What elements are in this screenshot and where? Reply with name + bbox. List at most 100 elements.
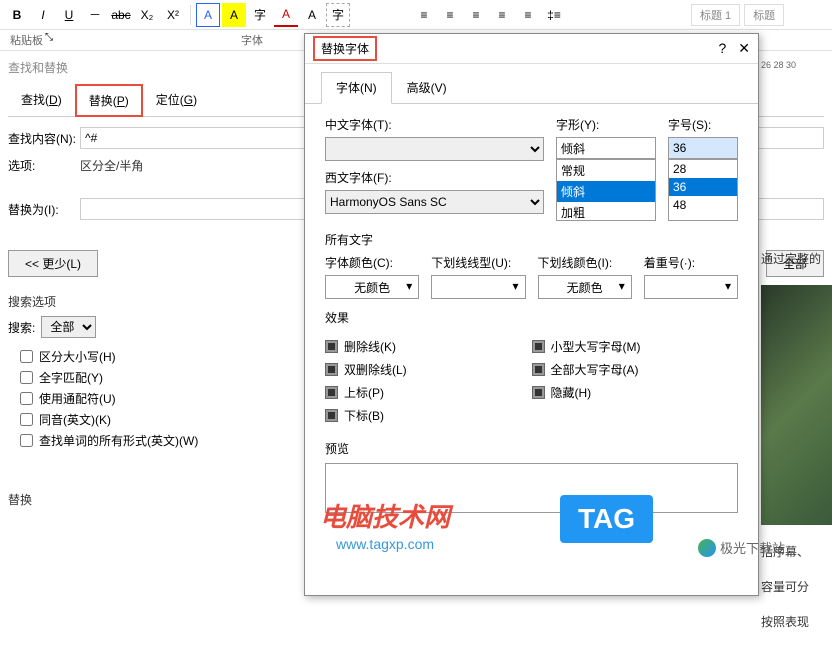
preview-label: 预览 [325, 440, 738, 457]
whole-word-label: 全字匹配(Y) [39, 369, 103, 386]
style-heading1[interactable]: 标题 1 [691, 4, 740, 26]
effects-label: 效果 [325, 309, 738, 326]
underline-button[interactable]: U [57, 3, 81, 27]
distribute-button[interactable]: ≡ [516, 3, 540, 27]
emphasis-select[interactable] [644, 275, 738, 299]
bold-button[interactable]: B [5, 3, 29, 27]
word-forms-checkbox[interactable] [20, 434, 33, 447]
highlight-button[interactable]: A [222, 3, 246, 27]
search-scope-label: 搜索: [8, 319, 35, 336]
style-heading[interactable]: 标题 [744, 4, 784, 26]
case-label: 区分大小写(H) [39, 348, 116, 365]
underline-style-select[interactable] [431, 275, 525, 299]
wildcard-label: 使用通配符(U) [39, 390, 116, 407]
superscript-button[interactable]: X² [161, 3, 185, 27]
western-font-select[interactable]: HarmonyOS Sans SC [325, 190, 544, 214]
align-left-button[interactable]: ≡ [412, 3, 436, 27]
options-label: 选项: [8, 157, 80, 174]
font-color-button[interactable]: A [274, 3, 298, 27]
style-option-italic[interactable]: 倾斜 [557, 181, 655, 202]
align-justify-button[interactable]: ≡ [490, 3, 514, 27]
smallcaps-label: 小型大写字母(M) [551, 338, 641, 355]
underline-color-label: 下划线颜色(I): [538, 254, 632, 271]
tab-replace[interactable]: 替换(P) [75, 84, 143, 117]
font-color-label: 字体颜色(C): [325, 254, 419, 271]
less-button[interactable]: << 更少(L) [8, 250, 98, 277]
clear-format-button[interactable]: A [300, 3, 324, 27]
size-option[interactable]: 28 [669, 160, 737, 178]
doc-text-line: 通过完整的 [761, 250, 828, 267]
dash-button[interactable]: － [83, 3, 107, 27]
sounds-like-checkbox[interactable] [20, 413, 33, 426]
help-button[interactable]: ? [718, 40, 726, 57]
smallcaps-checkbox[interactable] [532, 340, 545, 353]
word-forms-label: 查找单词的所有形式(英文)(W) [39, 432, 198, 449]
dblstrike-checkbox[interactable] [325, 363, 338, 376]
enclose-char-button[interactable]: 字 [326, 3, 350, 27]
italic-button[interactable]: I [31, 3, 55, 27]
font-style-label: 字形(Y): [556, 116, 656, 133]
tab-goto[interactable]: 定位(G) [143, 84, 210, 116]
case-checkbox[interactable] [20, 350, 33, 363]
underline-style-label: 下划线线型(U): [431, 254, 525, 271]
font-color-select[interactable]: 无颜色 [325, 275, 419, 299]
hidden-checkbox[interactable] [532, 386, 545, 399]
align-center-button[interactable]: ≡ [438, 3, 462, 27]
font-size-listbox[interactable]: 28 36 48 [668, 159, 738, 221]
separator [190, 5, 191, 25]
char-shading-button[interactable]: 字 [248, 3, 272, 27]
document-background: 26 28 30 通过完整的 括序幕、 容量可分 按照表现 [757, 60, 832, 652]
ruler: 26 28 30 [757, 60, 832, 78]
launcher-icon[interactable]: ⤡ [45, 32, 53, 48]
dialog-titlebar: 替换字体 ? ✕ [305, 34, 758, 64]
find-content-label: 查找内容(N): [8, 130, 80, 147]
font-size-label: 字号(S): [668, 116, 738, 133]
text-effect-button[interactable]: A [196, 3, 220, 27]
clipboard-section-label: 粘贴板 [10, 32, 43, 48]
tab-find[interactable]: 查找(D) [8, 84, 75, 116]
hidden-label: 隐藏(H) [551, 384, 592, 401]
font-dialog: 替换字体 ? ✕ 字体(N) 高级(V) 中文字体(T): 西文字体(F): H… [304, 33, 759, 596]
whole-word-checkbox[interactable] [20, 371, 33, 384]
font-section-label: 字体 [241, 32, 263, 48]
subscript-checkbox[interactable] [325, 409, 338, 422]
doc-text-line: 按照表现 [761, 613, 828, 630]
options-value: 区分全/半角 [80, 157, 143, 174]
size-option[interactable]: 48 [669, 196, 737, 214]
doc-text-line: 容量可分 [761, 578, 828, 595]
allcaps-checkbox[interactable] [532, 363, 545, 376]
ribbon-toolbar: B I U － abc X₂ X² A A 字 A A 字 ≡ ≡ ≡ ≡ ≡ … [0, 0, 832, 30]
align-right-button[interactable]: ≡ [464, 3, 488, 27]
font-dialog-tabs: 字体(N) 高级(V) [305, 64, 758, 104]
style-option-regular[interactable]: 常规 [557, 160, 655, 181]
strike-label: 删除线(K) [344, 338, 396, 355]
western-font-label: 西文字体(F): [325, 169, 544, 186]
document-image [761, 285, 832, 525]
doc-text-line: 括序幕、 [761, 543, 828, 560]
style-option-bold[interactable]: 加粗 [557, 202, 655, 221]
font-size-input[interactable] [668, 137, 738, 159]
subscript-button[interactable]: X₂ [135, 3, 159, 27]
preview-box [325, 463, 738, 513]
emphasis-label: 着重号(·): [644, 254, 738, 271]
dialog-title: 替换字体 [321, 42, 369, 56]
wildcard-checkbox[interactable] [20, 392, 33, 405]
superscript-checkbox[interactable] [325, 386, 338, 399]
dblstrike-label: 双删除线(L) [344, 361, 407, 378]
size-option[interactable]: 36 [669, 178, 737, 196]
subscript-label: 下标(B) [344, 407, 384, 424]
tab-advanced[interactable]: 高级(V) [392, 72, 462, 103]
tab-font[interactable]: 字体(N) [321, 72, 392, 104]
strike-checkbox[interactable] [325, 340, 338, 353]
replace-with-label: 替换为(I): [8, 201, 80, 218]
chinese-font-select[interactable] [325, 137, 544, 161]
font-style-listbox[interactable]: 常规 倾斜 加粗 [556, 159, 656, 221]
search-scope-select[interactable]: 全部 [41, 316, 96, 338]
allcaps-label: 全部大写字母(A) [551, 361, 639, 378]
underline-color-select[interactable]: 无颜色 [538, 275, 632, 299]
superscript-label: 上标(P) [344, 384, 384, 401]
strikethrough-button[interactable]: abc [109, 3, 133, 27]
line-spacing-button[interactable]: ‡≡ [542, 3, 566, 27]
font-style-input[interactable] [556, 137, 656, 159]
close-button[interactable]: ✕ [738, 40, 750, 57]
